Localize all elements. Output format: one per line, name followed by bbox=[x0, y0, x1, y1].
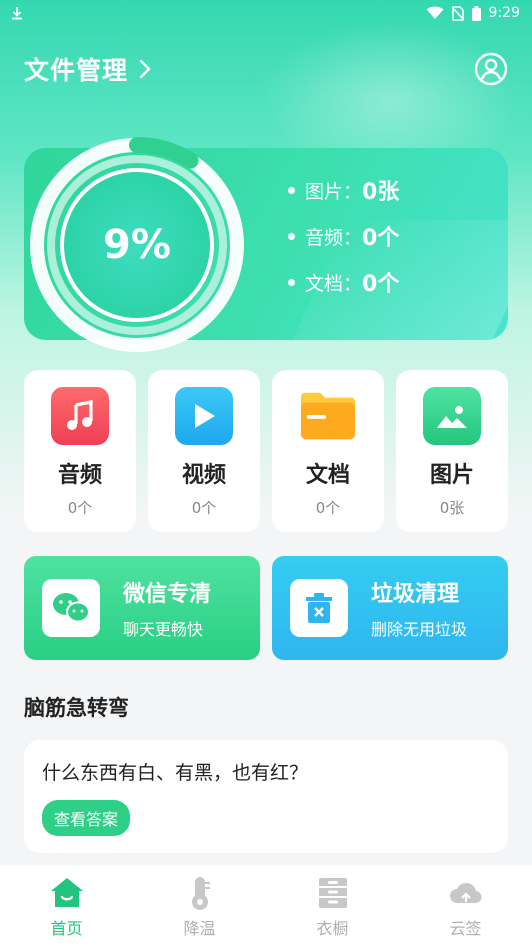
tab-label: 衣橱 bbox=[316, 919, 349, 938]
junk-clean-card[interactable]: 垃圾清理 删除无用垃圾 bbox=[272, 556, 508, 660]
category-name: 视频 bbox=[181, 463, 226, 488]
storage-usage-ring: 9% bbox=[22, 130, 252, 360]
tab-label: 云签 bbox=[449, 919, 482, 938]
show-answer-button[interactable]: 查看答案 bbox=[42, 800, 131, 836]
category-name: 文档 bbox=[305, 463, 350, 488]
wechat-clean-card[interactable]: 微信专清 聊天更畅快 bbox=[24, 556, 260, 660]
tab-home[interactable]: 首页 bbox=[17, 875, 117, 939]
tool-title: 微信专清 bbox=[123, 582, 212, 607]
category-count: 0个 bbox=[315, 499, 341, 517]
stat-audio: 音频： 0个 bbox=[288, 224, 399, 251]
status-time: 9:29 bbox=[488, 5, 520, 21]
category-audio[interactable]: 音频 0个 bbox=[24, 370, 136, 532]
stat-documents: 文档： 0个 bbox=[288, 270, 399, 297]
tool-title: 垃圾清理 bbox=[371, 582, 460, 607]
stat-value: 0张 bbox=[362, 180, 400, 205]
category-count: 0个 bbox=[191, 499, 217, 517]
tool-subtitle: 删除无用垃圾 bbox=[371, 620, 468, 639]
riddle-question: 什么东西有白、有黑，也有红？ bbox=[42, 762, 309, 784]
bullet-dot bbox=[288, 186, 295, 194]
category-documents[interactable]: 文档 0个 bbox=[272, 370, 384, 532]
play-icon bbox=[175, 387, 233, 445]
home-icon bbox=[50, 878, 83, 907]
wardrobe-icon bbox=[318, 878, 347, 908]
riddle-card: 什么东西有白、有黑，也有红？ 查看答案 bbox=[24, 740, 508, 853]
bottom-tab-bar: 首页 降温 衣橱 云签 bbox=[0, 865, 532, 947]
page-header: 文件管理 bbox=[24, 50, 508, 88]
tab-label: 降温 bbox=[183, 919, 216, 938]
tool-subtitle: 聊天更畅快 bbox=[123, 620, 204, 639]
wechat-icon bbox=[42, 579, 100, 637]
bullet-dot bbox=[288, 278, 295, 286]
category-count: 0个 bbox=[67, 499, 93, 517]
junk-clean-text: 垃圾清理 删除无用垃圾 bbox=[371, 576, 467, 640]
no-sim-icon bbox=[451, 5, 464, 21]
cloud-icon bbox=[449, 882, 482, 904]
tab-cooling[interactable]: 降温 bbox=[150, 875, 250, 939]
cleaner-tools: 微信专清 聊天更畅快 垃圾清理 删除无用垃圾 bbox=[24, 556, 508, 660]
user-profile-icon[interactable] bbox=[474, 52, 508, 86]
tab-label: 首页 bbox=[50, 919, 83, 938]
stat-value: 0个 bbox=[362, 226, 400, 251]
category-video[interactable]: 视频 0个 bbox=[148, 370, 260, 532]
page-title: 文件管理 bbox=[24, 56, 129, 85]
status-bar: 9:29 bbox=[0, 0, 532, 26]
storage-stats: 图片： 0张 音频： 0个 文档： 0个 bbox=[288, 178, 399, 297]
chevron-right-icon bbox=[139, 59, 151, 79]
file-manager-title-button[interactable]: 文件管理 bbox=[24, 51, 152, 87]
folder-icon bbox=[299, 387, 357, 445]
trash-icon bbox=[290, 579, 348, 637]
stat-label: 音频： bbox=[305, 226, 363, 249]
tab-wardrobe[interactable]: 衣橱 bbox=[283, 875, 383, 939]
bullet-dot bbox=[288, 232, 295, 240]
stat-images: 图片： 0张 bbox=[288, 178, 399, 205]
stat-label: 图片： bbox=[305, 180, 363, 203]
music-icon bbox=[51, 387, 109, 445]
battery-icon bbox=[471, 5, 481, 21]
stat-label: 文档： bbox=[305, 272, 363, 295]
wifi-icon bbox=[426, 6, 444, 19]
category-count: 0张 bbox=[439, 499, 465, 517]
category-name: 图片 bbox=[429, 463, 474, 488]
category-name: 音频 bbox=[57, 463, 102, 488]
riddle-section-title: 脑筋急转弯 bbox=[24, 696, 129, 720]
wechat-clean-text: 微信专清 聊天更畅快 bbox=[123, 576, 211, 640]
download-icon bbox=[12, 7, 22, 20]
stat-value: 0个 bbox=[362, 272, 400, 297]
category-images[interactable]: 图片 0张 bbox=[396, 370, 508, 532]
category-grid: 音频 0个 视频 0个 文档 0个 图片 0张 bbox=[24, 370, 508, 532]
thermometer-icon bbox=[191, 877, 210, 910]
image-icon bbox=[423, 387, 481, 445]
tab-cloud[interactable]: 云签 bbox=[416, 875, 516, 939]
usage-percent: 9% bbox=[103, 222, 171, 268]
status-icons: 9:29 bbox=[426, 5, 520, 21]
